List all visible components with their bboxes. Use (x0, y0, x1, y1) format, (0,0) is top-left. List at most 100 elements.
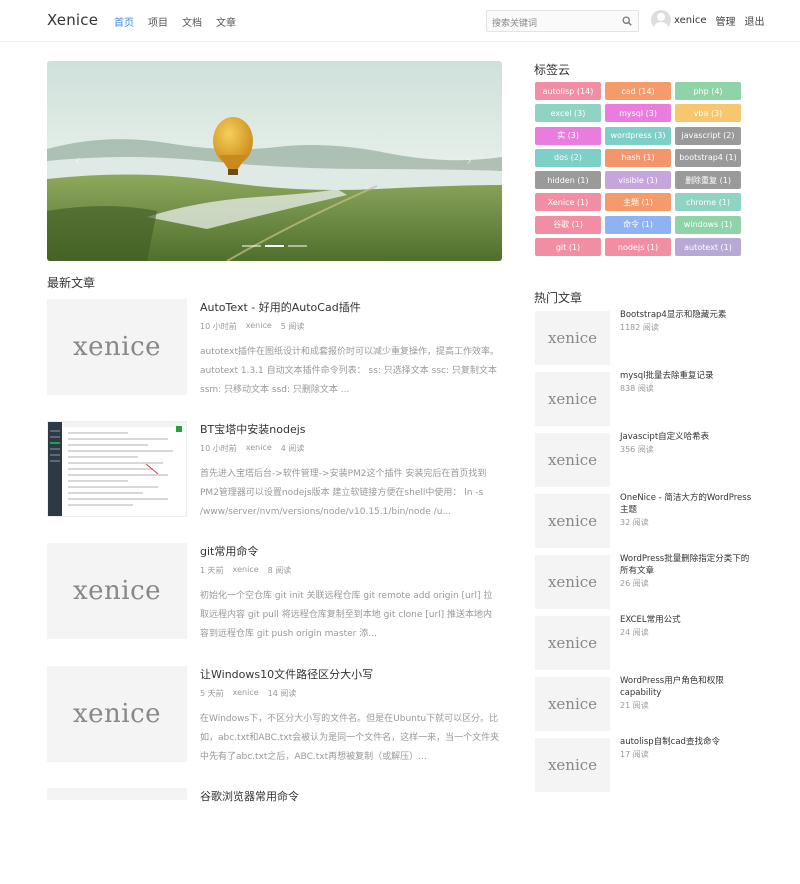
hot-post-link[interactable]: mysql批量去除重复记录 (620, 371, 714, 381)
post-excerpt: 初始化一个空仓库 git init 关联远程仓库 git remote add … (200, 591, 493, 639)
list-item: xenice Javascipt自定义哈希表 356 阅读 (535, 432, 765, 487)
tag-item[interactable]: vba (3) (675, 104, 741, 123)
tag-item[interactable]: 实 (3) (535, 126, 601, 145)
post-title[interactable]: git常用命令 (200, 543, 258, 559)
tag-item[interactable]: mysql (3) (605, 104, 671, 123)
hot-post-title: Bootstrap4显示和隐藏元素 1182 阅读 (620, 309, 755, 334)
tag-item[interactable]: hash (1) (605, 148, 671, 167)
hot-post-thumbnail[interactable]: xenice (535, 433, 610, 487)
hot-post-title: OneNice - 简洁大方的WordPress主题 32 阅读 (620, 492, 755, 529)
post-excerpt: 首先进入宝塔后台->软件管理->安装PM2这个插件 安装完后在首页找到PM2管理… (200, 469, 487, 517)
tag-item[interactable]: 删除重复 (1) (675, 171, 741, 190)
tag-item[interactable]: autolisp (14) (535, 82, 601, 100)
post-author[interactable]: xenice (233, 565, 259, 576)
username-link[interactable]: xenice (674, 15, 707, 26)
post-time: 10 小时前 (200, 444, 237, 453)
nav-item-home[interactable]: 首页 (114, 14, 134, 29)
post-reads: 14 阅读 (267, 689, 297, 698)
carousel-prev-icon[interactable]: ‹ (75, 153, 81, 169)
tag-item[interactable]: javascript (2) (675, 126, 741, 145)
hot-post-title: autolisp自制cad查找命令 17 阅读 (620, 736, 755, 761)
tag-item[interactable]: nodejs (1) (605, 238, 671, 257)
tag-cloud: autolisp (14) cad (14) php (4) excel (3) mys… (535, 82, 745, 257)
tag-item[interactable]: bootstrap4 (1) (675, 148, 741, 167)
search-box (486, 10, 639, 34)
tag-item[interactable]: cad (14) (605, 82, 671, 100)
post-author[interactable]: xenice (246, 321, 272, 332)
list-item: xenice WordPress用户角色和权限capability 21 阅读 (535, 676, 765, 731)
post-meta: 1 天前 xenice 8 阅读 (200, 565, 291, 576)
post-author[interactable]: xenice (246, 443, 272, 454)
avatar[interactable] (651, 10, 671, 30)
tag-item[interactable]: hidden (1) (535, 171, 601, 190)
hot-post-title: EXCEL常用公式 24 阅读 (620, 614, 755, 639)
search-icon[interactable] (622, 16, 632, 26)
post-thumbnail[interactable] (47, 788, 187, 800)
hot-post-views: 838 阅读 (620, 384, 654, 393)
latest-posts-title: 最新文章 (47, 276, 96, 290)
hot-post-thumbnail[interactable]: xenice (535, 494, 610, 548)
post-title[interactable]: 让Windows10文件路径区分大小写 (200, 666, 373, 682)
tag-item[interactable]: php (4) (675, 82, 741, 100)
nav-item-projects[interactable]: 项目 (148, 14, 168, 29)
tag-item[interactable]: git (1) (535, 238, 601, 257)
tag-item[interactable]: visible (1) (605, 171, 671, 190)
tag-item[interactable]: 谷歌 (1) (535, 215, 601, 234)
user-area: xenice 管理 退出 (651, 10, 765, 30)
tag-cloud-title: 标签云 (534, 63, 571, 77)
post-title[interactable]: AutoText - 好用的AutoCad插件 (200, 299, 361, 315)
tag-item[interactable]: windows (1) (675, 215, 741, 234)
hot-post-thumbnail[interactable]: xenice (535, 311, 610, 365)
post-thumbnail[interactable]: xenice (47, 666, 187, 762)
post-author[interactable]: xenice (233, 688, 259, 699)
tag-item[interactable]: dos (2) (535, 148, 601, 167)
post-time: 5 天前 (200, 689, 224, 698)
screenshot-thumbnail-image (48, 422, 186, 516)
hot-post-title: WordPress批量删除指定分类下的所有文章 26 阅读 (620, 553, 755, 590)
hot-post-thumbnail[interactable]: xenice (535, 616, 610, 670)
post-title[interactable]: BT宝塔中安装nodejs (200, 421, 306, 437)
logout-link[interactable]: 退出 (745, 13, 765, 28)
hot-post-link[interactable]: Javascipt自定义哈希表 (620, 432, 709, 442)
search-input[interactable] (487, 14, 612, 34)
hot-post-views: 26 阅读 (620, 579, 649, 588)
carousel-dot[interactable] (288, 245, 307, 247)
post-excerpt: autotext插件在图纸设计和成套报价时可以减少重复操作，提高工作效率。 au… (200, 347, 500, 395)
post-reads: 4 阅读 (280, 444, 305, 453)
tag-item[interactable]: wordpress (3) (605, 126, 671, 145)
carousel-dot-active[interactable] (265, 245, 284, 247)
hot-post-thumbnail[interactable]: xenice (535, 677, 610, 731)
nav-item-articles[interactable]: 文章 (216, 14, 236, 29)
tag-item[interactable]: excel (3) (535, 104, 601, 123)
hot-post-link[interactable]: OneNice - 简洁大方的WordPress主题 (620, 493, 751, 515)
list-item: 谷歌浏览器常用命令 (47, 788, 502, 884)
hot-post-link[interactable]: EXCEL常用公式 (620, 615, 681, 625)
hot-post-link[interactable]: autolisp自制cad查找命令 (620, 737, 720, 747)
carousel-dot[interactable] (242, 245, 261, 247)
site-logo[interactable]: Xenice (47, 11, 98, 29)
hot-post-link[interactable]: Bootstrap4显示和隐藏元素 (620, 310, 726, 320)
list-item: xenice Bootstrap4显示和隐藏元素 1182 阅读 (535, 309, 765, 365)
hot-post-thumbnail[interactable]: xenice (535, 738, 610, 792)
hot-post-link[interactable]: WordPress批量删除指定分类下的所有文章 (620, 554, 749, 576)
post-thumbnail[interactable]: xenice (47, 543, 187, 639)
post-thumbnail[interactable]: xenice (47, 299, 187, 395)
post-thumbnail[interactable] (47, 421, 187, 517)
list-item: xenice mysql批量去除重复记录 838 阅读 (535, 371, 765, 426)
banner-carousel[interactable]: ‹ › (47, 61, 502, 261)
tag-item[interactable]: Xenice (1) (535, 193, 601, 212)
list-item: xenice WordPress批量删除指定分类下的所有文章 26 阅读 (535, 553, 765, 609)
tag-item[interactable]: chrome (1) (675, 193, 741, 212)
hot-post-views: 24 阅读 (620, 628, 649, 637)
hot-post-thumbnail[interactable]: xenice (535, 372, 610, 426)
manage-link[interactable]: 管理 (716, 13, 736, 28)
tag-item[interactable]: autotext (1) (675, 238, 741, 257)
carousel-next-icon[interactable]: › (466, 153, 472, 169)
tag-item[interactable]: 主题 (1) (605, 193, 671, 212)
tag-item[interactable]: 命令 (1) (605, 215, 671, 234)
hot-post-thumbnail[interactable]: xenice (535, 555, 610, 609)
nav-item-docs[interactable]: 文档 (182, 14, 202, 29)
hot-post-link[interactable]: WordPress用户角色和权限capability (620, 676, 724, 698)
hot-post-views: 21 阅读 (620, 701, 649, 710)
post-title[interactable]: 谷歌浏览器常用命令 (200, 788, 299, 804)
